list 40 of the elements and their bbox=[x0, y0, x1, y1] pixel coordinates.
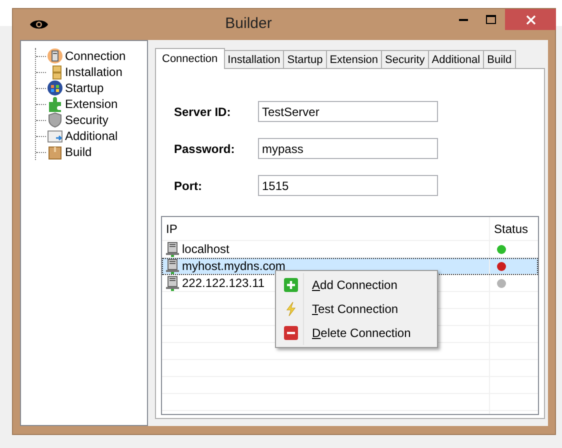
maximize-icon bbox=[486, 15, 496, 24]
shield-icon bbox=[47, 112, 63, 128]
table-cell-text: 222.122.123.11 bbox=[182, 275, 265, 292]
computer-icon bbox=[166, 242, 179, 256]
column-header: IP bbox=[166, 220, 178, 238]
column-header: Status bbox=[494, 220, 528, 238]
field-label: Password: bbox=[174, 140, 236, 158]
menu-item[interactable]: Delete Connection bbox=[278, 321, 435, 345]
minimize-icon bbox=[458, 18, 468, 21]
computer-icon bbox=[166, 258, 179, 274]
tree-item[interactable]: Connection bbox=[63, 47, 128, 65]
window-icon bbox=[47, 128, 63, 144]
menu-item[interactable]: Test Connection bbox=[278, 297, 435, 321]
minus-icon bbox=[284, 326, 298, 340]
tree-item[interactable]: Extension bbox=[63, 95, 120, 113]
window-title: Builder bbox=[225, 15, 272, 32]
tree-item[interactable]: Build bbox=[63, 143, 94, 161]
tree-item[interactable]: Installation bbox=[63, 63, 124, 81]
tree-item[interactable]: Startup bbox=[63, 79, 106, 97]
input-field[interactable]: TestServer bbox=[258, 101, 438, 122]
table-cell-text: myhost.mydns.com bbox=[182, 258, 286, 275]
tree-item[interactable]: Security bbox=[63, 111, 110, 129]
tab[interactable]: Build bbox=[483, 50, 516, 69]
table-cell-text: localhost bbox=[182, 241, 230, 258]
field-label: Port: bbox=[174, 178, 203, 194]
tab[interactable]: Connection bbox=[155, 48, 225, 69]
puzzle-icon bbox=[47, 96, 63, 112]
globe-icon bbox=[47, 80, 63, 96]
field-label: Server ID: bbox=[174, 104, 232, 120]
input-field[interactable]: 1515 bbox=[258, 175, 438, 196]
close-button[interactable] bbox=[505, 9, 556, 30]
box-icon bbox=[47, 144, 63, 160]
input-field[interactable]: mypass bbox=[258, 138, 438, 159]
tree-item[interactable]: Additional bbox=[63, 127, 120, 145]
plus-icon bbox=[284, 278, 298, 292]
computer-icon bbox=[166, 276, 179, 290]
lightning-icon bbox=[284, 302, 298, 316]
server-icon bbox=[47, 48, 63, 64]
close-icon bbox=[526, 14, 536, 24]
eye-icon bbox=[30, 19, 48, 30]
